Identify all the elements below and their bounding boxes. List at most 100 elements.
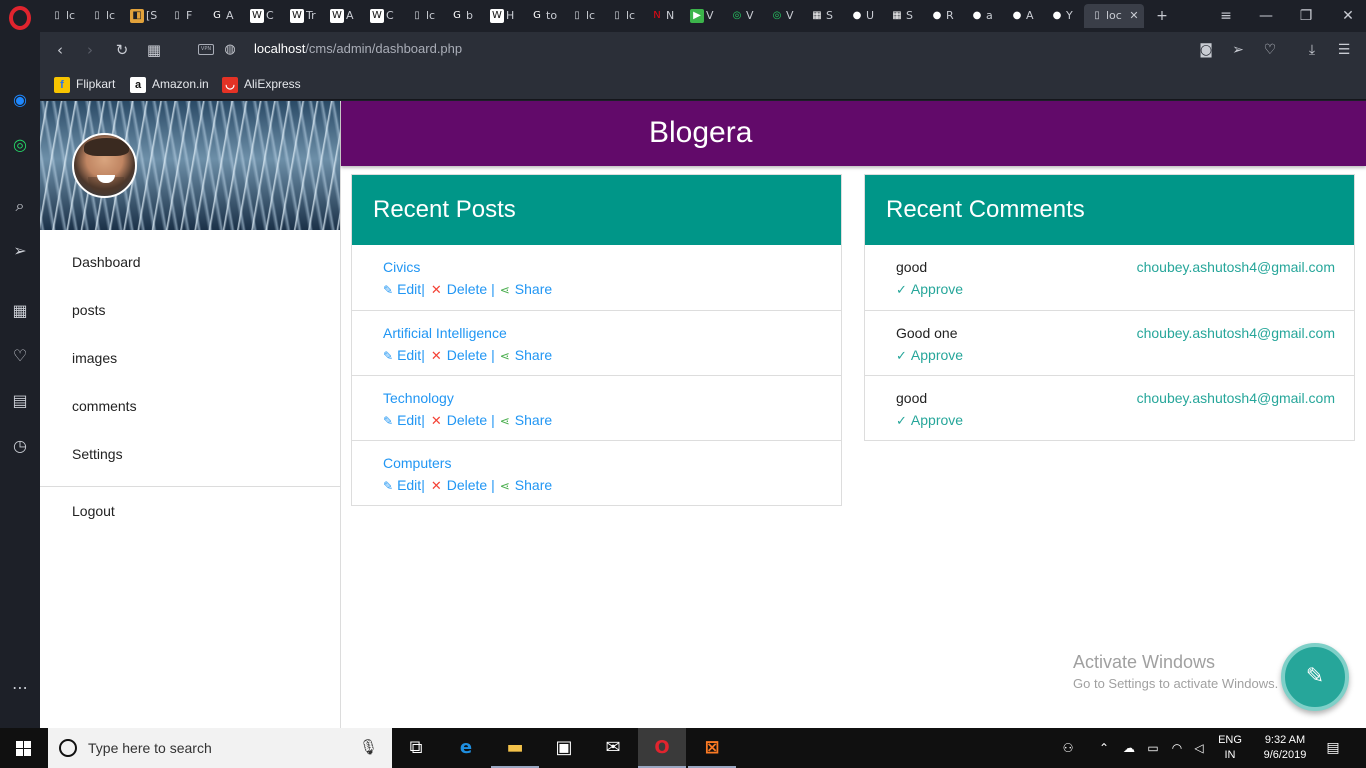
sidebar-item-comments[interactable]: comments: [72, 398, 137, 414]
browser-tab[interactable]: ▦ S: [804, 4, 842, 28]
url-field[interactable]: localhost/cms/admin/dashboard.php: [254, 41, 462, 56]
browser-tab[interactable]: ◎ V: [764, 4, 802, 28]
browser-tab[interactable]: ▯ lc: [564, 4, 602, 28]
browser-tab[interactable]: Gb: [444, 4, 482, 28]
share-link[interactable]: ⋖ Share: [495, 412, 552, 428]
browser-tab[interactable]: ◧ [S: [124, 4, 162, 28]
browser-tab[interactable]: ● U: [844, 4, 882, 28]
browser-tab[interactable]: ▦ S: [884, 4, 922, 28]
tab-active[interactable]: ▯ loc ✕: [1084, 4, 1144, 28]
edge-icon[interactable]: e: [442, 728, 490, 768]
start-button[interactable]: [0, 728, 48, 768]
download-icon[interactable]: ⤓: [1300, 38, 1324, 62]
delete-link[interactable]: ✕ Delete: [425, 477, 487, 494]
new-tab-icon[interactable]: +: [1144, 4, 1180, 28]
wifi-icon[interactable]: ◠: [1166, 728, 1188, 768]
sidebar-item-posts[interactable]: posts: [72, 302, 105, 318]
browser-tab[interactable]: ▯ lc: [604, 4, 642, 28]
post-title-link[interactable]: Artificial Intelligence: [383, 325, 507, 341]
browser-tab[interactable]: ● Y: [1044, 4, 1082, 28]
bookmark-amazon[interactable]: a Amazon.in: [130, 75, 209, 93]
share-link[interactable]: ⋖ Share: [495, 477, 552, 493]
more-icon[interactable]: ⋯: [8, 676, 32, 700]
microphone-icon[interactable]: 🎙: [359, 738, 378, 756]
browser-tab[interactable]: W Tr: [284, 4, 322, 28]
browser-tab[interactable]: ▯ lc: [84, 4, 122, 28]
approve-link[interactable]: ✓ Approve: [896, 281, 963, 298]
send-icon[interactable]: ➢: [8, 239, 32, 263]
browser-tab[interactable]: ● A: [1004, 4, 1042, 28]
sidebar-item-logout[interactable]: Logout: [72, 503, 115, 519]
bookmark-heart-icon[interactable]: ♡: [1258, 38, 1282, 62]
reload-icon[interactable]: ↻: [110, 38, 134, 62]
bookmark-aliexpress[interactable]: ◡ AliExpress: [222, 75, 301, 93]
browser-tab[interactable]: ▯ F: [164, 4, 202, 28]
new-post-fab[interactable]: ✎: [1281, 643, 1349, 711]
tabs-overview-icon[interactable]: ▦: [142, 38, 166, 62]
volume-icon[interactable]: ◁: [1188, 728, 1210, 768]
brand-title[interactable]: Blogera: [649, 116, 752, 150]
clock[interactable]: 9:32 AM 9/6/2019: [1252, 733, 1318, 763]
browser-tab[interactable]: WC: [244, 4, 282, 28]
comment-email[interactable]: choubey.ashutosh4@gmail.com: [1137, 259, 1335, 275]
browser-tab[interactable]: Gto: [524, 4, 562, 28]
xampp-icon[interactable]: ⊠: [688, 728, 736, 768]
browser-tab[interactable]: NN: [644, 4, 682, 28]
whatsapp-icon[interactable]: ◎: [8, 133, 32, 157]
forward-icon[interactable]: ›: [78, 38, 102, 62]
mail-icon[interactable]: ✉: [589, 728, 637, 768]
browser-tab[interactable]: ● a: [964, 4, 1002, 28]
delete-link[interactable]: ✕ Delete: [425, 347, 487, 364]
news-icon[interactable]: ▤: [8, 389, 32, 413]
share-icon[interactable]: ➢: [1226, 38, 1250, 62]
browser-tab[interactable]: GA: [204, 4, 242, 28]
sidebar-item-settings[interactable]: Settings: [72, 446, 123, 462]
browser-tab[interactable]: ▯ lc: [44, 4, 82, 28]
comment-email[interactable]: choubey.ashutosh4@gmail.com: [1137, 325, 1335, 341]
search-icon[interactable]: ⌕: [8, 194, 32, 218]
post-title-link[interactable]: Civics: [383, 259, 420, 275]
close-tab-icon[interactable]: ✕: [1129, 9, 1138, 22]
browser-tab[interactable]: ● R: [924, 4, 962, 28]
edit-link[interactable]: ✎ Edit: [383, 347, 421, 363]
vpn-badge[interactable]: VPN: [198, 44, 214, 55]
close-window-icon[interactable]: ✕: [1330, 4, 1366, 28]
battery-icon[interactable]: ▭: [1142, 728, 1164, 768]
edit-link[interactable]: ✎ Edit: [383, 281, 421, 297]
share-link[interactable]: ⋖ Share: [495, 281, 552, 297]
store-icon[interactable]: ▣: [540, 728, 588, 768]
file-explorer-icon[interactable]: ▬: [491, 728, 539, 768]
post-title-link[interactable]: Computers: [383, 455, 451, 471]
post-title-link[interactable]: Technology: [383, 390, 454, 406]
speed-dial-icon[interactable]: ▦: [8, 299, 32, 323]
back-icon[interactable]: ‹: [48, 38, 72, 62]
tab-menu-icon[interactable]: ≡: [1208, 4, 1244, 28]
taskbar-search[interactable]: Type here to search 🎙: [48, 728, 392, 768]
browser-tab[interactable]: ◎ V: [724, 4, 762, 28]
browser-tab[interactable]: WH: [484, 4, 522, 28]
camera-icon[interactable]: ◙: [1194, 38, 1218, 62]
onedrive-icon[interactable]: ☁: [1118, 728, 1140, 768]
browser-tab[interactable]: WA: [324, 4, 362, 28]
bookmark-flipkart[interactable]: f Flipkart: [54, 75, 115, 93]
task-view-icon[interactable]: ⧉: [392, 728, 440, 768]
easy-setup-icon[interactable]: ☰: [1332, 38, 1356, 62]
sidebar-item-images[interactable]: images: [72, 350, 117, 366]
history-icon[interactable]: ◷: [8, 434, 32, 458]
heart-icon[interactable]: ♡: [8, 344, 32, 368]
restore-icon[interactable]: ❐: [1288, 4, 1324, 28]
people-icon[interactable]: ⚇: [1056, 728, 1080, 768]
edit-link[interactable]: ✎ Edit: [383, 477, 421, 493]
browser-tab[interactable]: ▶ V: [684, 4, 722, 28]
opera-logo-icon[interactable]: [9, 6, 31, 30]
approve-link[interactable]: ✓ Approve: [896, 347, 963, 364]
browser-tab[interactable]: ▯ lc: [404, 4, 442, 28]
delete-link[interactable]: ✕ Delete: [425, 281, 487, 298]
delete-link[interactable]: ✕ Delete: [425, 412, 487, 429]
comment-email[interactable]: choubey.ashutosh4@gmail.com: [1137, 390, 1335, 406]
language-indicator[interactable]: ENG IN: [1212, 733, 1248, 763]
messenger-icon[interactable]: ◉: [8, 88, 32, 112]
minimize-icon[interactable]: —: [1248, 4, 1284, 28]
tray-chevron-icon[interactable]: ⌃: [1094, 728, 1114, 768]
sidebar-item-dashboard[interactable]: Dashboard: [72, 254, 141, 270]
